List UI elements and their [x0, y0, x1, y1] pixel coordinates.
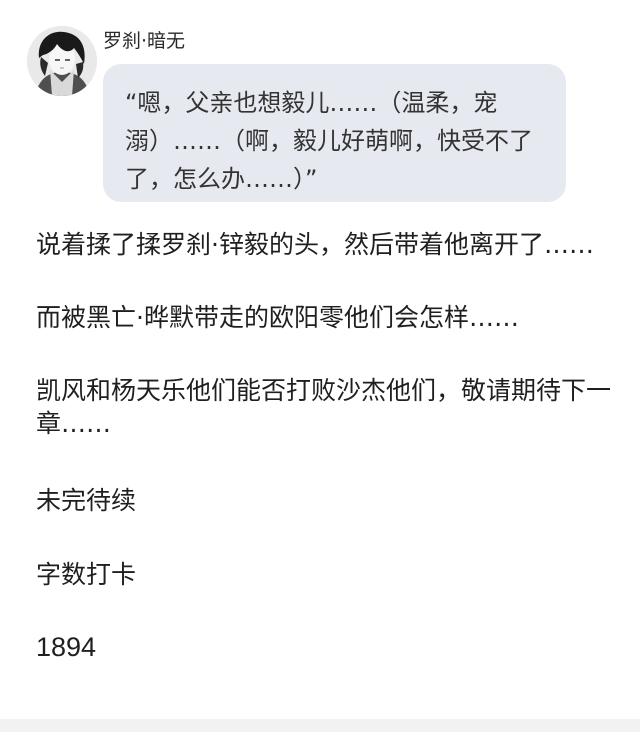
avatar[interactable]	[27, 26, 97, 96]
story-body: 说着揉了揉罗刹·锌毅的头，然后带着他离开了…… 而被黑亡·晔默带走的欧阳零他们会…	[36, 228, 616, 664]
word-count-label: 字数打卡	[36, 560, 137, 589]
chat-message: 罗刹·暗无 “嗯，父亲也想毅儿……（温柔，宠溺）……（啊，毅儿好萌啊，快受不了了…	[0, 0, 640, 210]
message-bubble: “嗯，父亲也想毅儿……（温柔，宠溺）……（啊，毅儿好萌啊，快受不了了，怎么办………	[103, 64, 566, 202]
story-paragraph: 说着揉了揉罗刹·锌毅的头，然后带着他离开了……	[36, 230, 594, 259]
bottom-divider	[0, 719, 640, 732]
anime-boy-avatar-icon	[27, 26, 97, 96]
message-text: “嗯，父亲也想毅儿……（温柔，宠溺）……（啊，毅儿好萌啊，快受不了了，怎么办………	[125, 89, 533, 193]
sender-name: 罗刹·暗无	[103, 30, 186, 52]
story-paragraph: 而被黑亡·晔默带走的欧阳零他们会怎样……	[36, 303, 519, 332]
story-paragraph: 凯风和杨天乐他们能否打败沙杰他们，敬请期待下一章……	[36, 376, 612, 438]
word-count-value: 1894	[36, 632, 97, 662]
status-text: 未完待续	[36, 486, 137, 515]
